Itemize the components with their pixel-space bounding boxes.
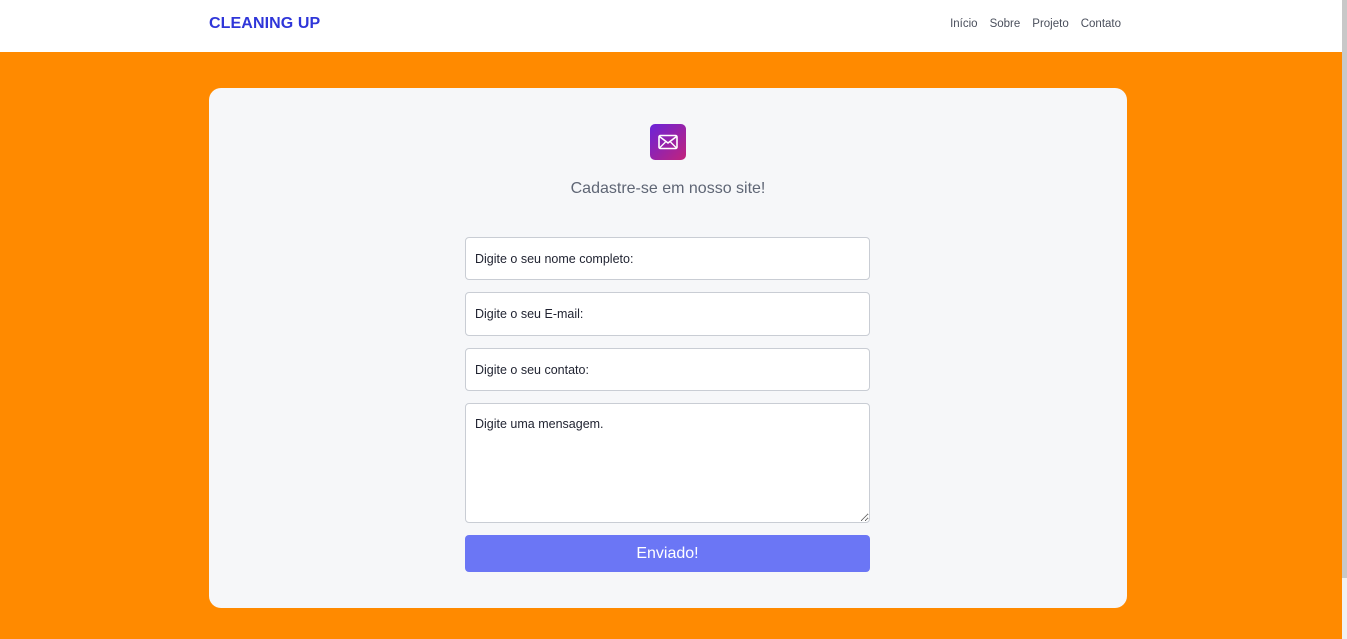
scrollbar-thumb[interactable] bbox=[1342, 0, 1347, 578]
signup-card: Cadastre-se em nosso site! Enviado! bbox=[209, 88, 1127, 608]
brand-logo[interactable]: CLEANING UP bbox=[209, 15, 320, 33]
envelope-icon bbox=[658, 134, 678, 150]
form-title: Cadastre-se em nosso site! bbox=[570, 180, 766, 197]
name-input[interactable] bbox=[465, 237, 870, 280]
nav-menu: Início Sobre Projeto Contato bbox=[950, 18, 1121, 30]
nav-link-projeto[interactable]: Projeto bbox=[1032, 18, 1068, 30]
mail-icon bbox=[650, 124, 686, 160]
page: CLEANING UP Início Sobre Projeto Contato… bbox=[0, 0, 1342, 639]
email-input[interactable] bbox=[465, 292, 870, 336]
contact-input[interactable] bbox=[465, 348, 870, 391]
nav-link-contato[interactable]: Contato bbox=[1081, 18, 1121, 30]
scrollbar[interactable] bbox=[1342, 0, 1347, 639]
nav-link-sobre[interactable]: Sobre bbox=[990, 18, 1021, 30]
message-textarea[interactable] bbox=[465, 403, 870, 523]
submit-button[interactable]: Enviado! bbox=[465, 535, 870, 572]
nav-link-inicio[interactable]: Início bbox=[950, 18, 978, 30]
navbar: CLEANING UP Início Sobre Projeto Contato bbox=[0, 0, 1342, 52]
